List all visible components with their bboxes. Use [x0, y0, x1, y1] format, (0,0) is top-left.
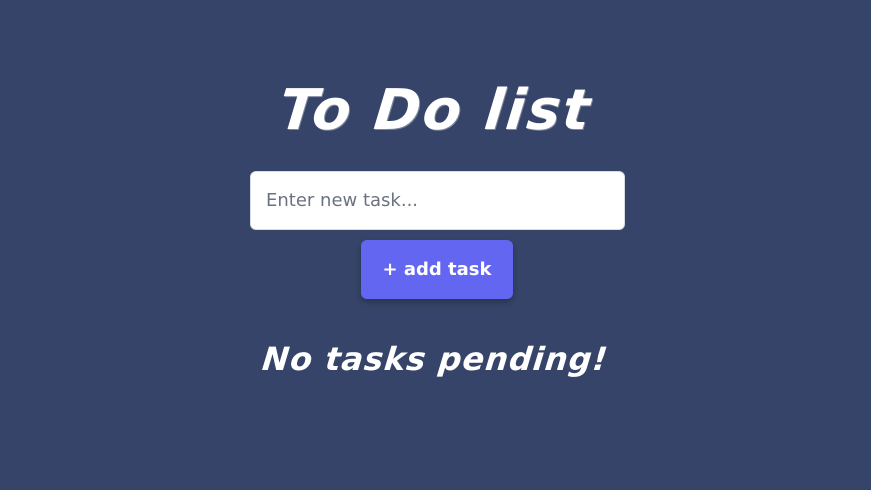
page-title: To Do list — [276, 77, 595, 143]
empty-state-message: No tasks pending! — [260, 340, 611, 378]
footer-text-partial — [390, 480, 540, 490]
add-task-button[interactable]: + add task — [361, 240, 513, 299]
new-task-input[interactable] — [250, 171, 625, 230]
